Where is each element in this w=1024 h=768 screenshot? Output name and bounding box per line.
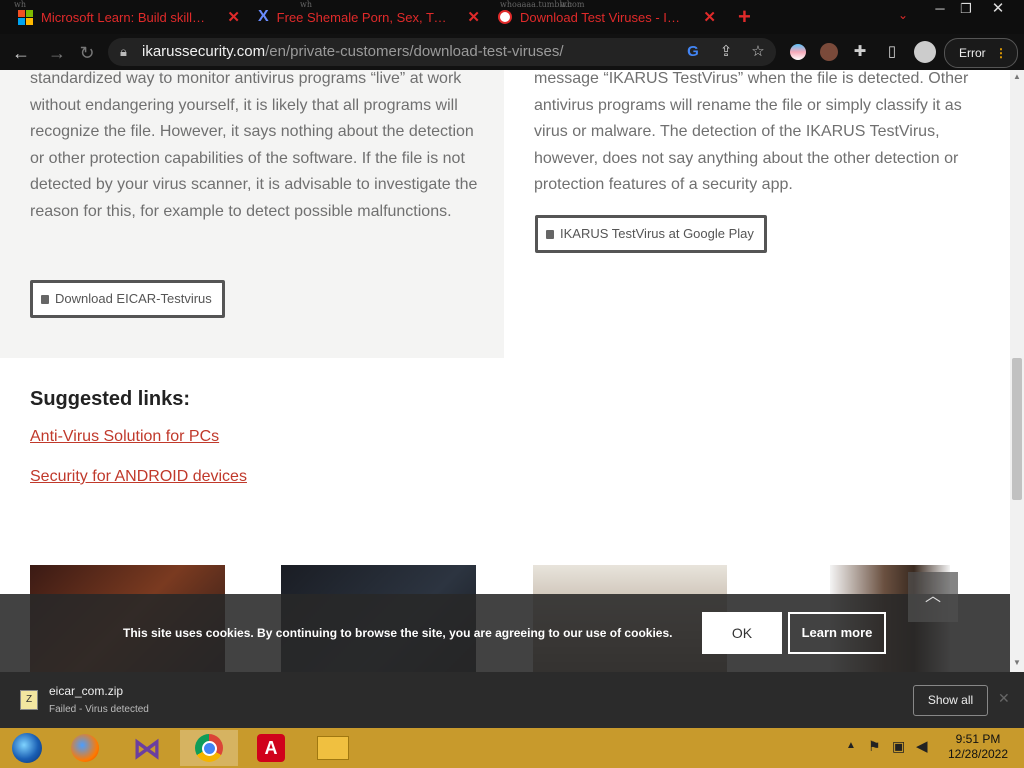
file-explorer-icon xyxy=(317,736,349,760)
cookie-banner: This site uses cookies. By continuing to… xyxy=(0,594,1010,672)
ikarus-paragraph: message “IKARUS TestVirus” when the file… xyxy=(534,70,969,194)
url-path: /en/private-customers/download-test-viru… xyxy=(265,43,564,60)
back-arrow-icon[interactable]: ← xyxy=(10,42,32,64)
close-icon[interactable]: ✕ xyxy=(703,8,716,26)
cookie-ok-button[interactable]: OK xyxy=(702,612,782,654)
windows-taskbar: ⋈ A ▲ ⚑ ▣ ◀︎ 9:51 PM 12/28/2022 xyxy=(0,728,1024,768)
network-icon[interactable]: ▣ xyxy=(892,738,905,755)
downloads-bar: Z eicar_com.zip Failed - Virus detected … xyxy=(0,672,1024,728)
side-panel-icon[interactable]: ▯ xyxy=(880,38,904,66)
url-text[interactable]: ikarussecurity.com/en/private-customers/… xyxy=(142,43,564,60)
scroll-to-top-button[interactable]: ︿ xyxy=(908,572,958,622)
extension-avatar-icon[interactable] xyxy=(820,43,838,61)
download-status: Failed - Virus detected xyxy=(49,704,149,715)
restore-button[interactable]: ❐ xyxy=(952,0,980,18)
taskbar-firefox[interactable] xyxy=(56,730,114,766)
eicar-paragraph: standardized way to monitor antivirus pr… xyxy=(30,70,478,220)
extension-flag-icon[interactable] xyxy=(790,44,806,60)
cookie-learn-more-button[interactable]: Learn more xyxy=(788,612,886,654)
google-play-button[interactable]: IKARUS TestVirus at Google Play xyxy=(535,215,767,253)
eicar-section: standardized way to monitor antivirus pr… xyxy=(0,70,504,358)
firefox-icon xyxy=(71,734,99,762)
tab-search-icon[interactable]: ⌄ xyxy=(898,8,908,22)
tab-ikarus-active[interactable]: Download Test Viruses - IKARUS ✕ xyxy=(498,2,716,32)
page-content: standardized way to monitor antivirus pr… xyxy=(0,70,1010,672)
error-button[interactable]: Error ⋮ xyxy=(944,38,1018,68)
tab-microsoft-learn[interactable]: Microsoft Learn: Build skills that ✕ xyxy=(18,2,240,32)
suggested-links-title: Suggested links: xyxy=(30,388,191,410)
close-icon[interactable]: ✕ xyxy=(467,8,480,26)
window-close-button[interactable]: ✕ xyxy=(984,0,1012,18)
action-center-flag-icon[interactable]: ⚑ xyxy=(868,738,881,755)
save-disk-icon xyxy=(41,294,49,304)
show-all-button[interactable]: Show all xyxy=(913,685,988,716)
lock-icon: 🔒︎ xyxy=(120,44,127,59)
close-downloads-icon[interactable]: ✕ xyxy=(998,690,1010,707)
google-icon[interactable]: G xyxy=(681,38,705,66)
reload-icon[interactable]: ↻ xyxy=(76,42,98,64)
bookmark-star-icon[interactable]: ☆ xyxy=(746,38,770,66)
google-play-label: IKARUS TestVirus at Google Play xyxy=(560,226,754,241)
visual-studio-icon: ⋈ xyxy=(133,732,161,764)
tab-title: Microsoft Learn: Build skills that xyxy=(41,9,211,25)
forward-arrow-icon[interactable]: → xyxy=(46,42,68,64)
download-eicar-button[interactable]: Download EICAR-Testvirus xyxy=(30,280,225,318)
start-button[interactable] xyxy=(2,730,52,766)
windows-logo-icon xyxy=(18,9,33,25)
scrollbar-thumb[interactable] xyxy=(1012,358,1022,500)
new-tab-button[interactable]: + xyxy=(738,2,751,32)
url-domain: ikarussecurity.com xyxy=(142,43,266,60)
media-center-icon xyxy=(12,733,42,763)
menu-kebab-icon[interactable]: ⋮ xyxy=(981,39,1007,67)
close-icon[interactable]: ✕ xyxy=(227,8,240,26)
cookie-text: This site uses cookies. By continuing to… xyxy=(123,626,673,640)
download-file-name[interactable]: eicar_com.zip xyxy=(49,684,123,698)
taskbar-file-explorer[interactable] xyxy=(304,730,362,766)
extensions-puzzle-icon[interactable]: ✚ xyxy=(848,38,872,66)
address-bar[interactable]: 🔒︎ ikarussecurity.com/en/private-custome… xyxy=(108,38,776,66)
x-logo-icon: X xyxy=(258,8,269,25)
volume-icon[interactable]: ◀︎ xyxy=(916,737,928,755)
scroll-up-arrow-icon[interactable]: ▲ xyxy=(1013,72,1021,81)
page-scrollbar[interactable]: ▲ ▼ xyxy=(1010,70,1024,672)
minimize-button[interactable]: ─ xyxy=(926,0,954,18)
system-clock[interactable]: 9:51 PM 12/28/2022 xyxy=(938,732,1018,762)
zip-file-icon: Z xyxy=(20,690,38,710)
chevron-up-icon: ︿ xyxy=(924,588,941,605)
clock-time: 9:51 PM xyxy=(955,732,1001,746)
tab-title: Download Test Viruses - IKARUS xyxy=(520,9,688,25)
tab-title: Free Shemale Porn, Sex, Tube Vi xyxy=(276,9,449,25)
download-eicar-label: Download EICAR-Testvirus xyxy=(55,291,212,306)
link-antivirus-pcs[interactable]: Anti-Virus Solution for PCs xyxy=(30,428,219,446)
browser-toolbar: ← → ↻ 🔒︎ ikarussecurity.com/en/private-c… xyxy=(0,34,1024,70)
taskbar-chrome[interactable] xyxy=(180,730,238,766)
link-android-security[interactable]: Security for ANDROID devices xyxy=(30,468,247,486)
tab-strip: wh wh wh whoaaaa.tumblr.com Microsoft Le… xyxy=(0,0,1024,34)
clock-date: 12/28/2022 xyxy=(947,747,1009,761)
taskbar-visual-studio[interactable]: ⋈ xyxy=(118,730,176,766)
share-icon[interactable]: ⇪ xyxy=(714,38,738,66)
taskbar-avira[interactable]: A xyxy=(242,730,300,766)
ikarus-logo-icon xyxy=(498,10,512,24)
tab-second[interactable]: X Free Shemale Porn, Sex, Tube Vi ✕ xyxy=(258,2,480,32)
avira-icon: A xyxy=(257,734,285,762)
scroll-down-arrow-icon[interactable]: ▼ xyxy=(1013,658,1021,667)
chrome-icon xyxy=(195,734,223,762)
save-disk-icon xyxy=(546,229,554,239)
profile-avatar-icon[interactable] xyxy=(914,41,936,63)
tray-expand-icon[interactable]: ▲ xyxy=(846,740,856,751)
